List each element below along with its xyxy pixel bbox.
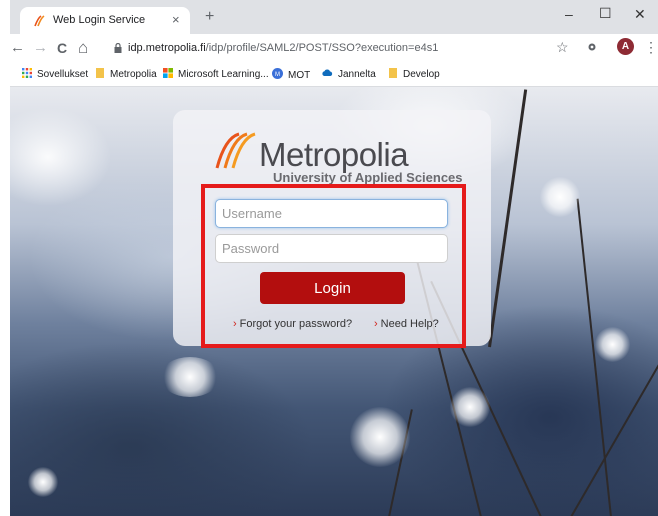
folder-icon — [96, 68, 104, 78]
background-dandelion — [450, 387, 490, 427]
logo-subtitle: University of Applied Sciences — [273, 170, 463, 185]
highlight-box — [201, 184, 466, 348]
background-dandelion — [595, 327, 630, 362]
profile-avatar[interactable]: A — [617, 38, 634, 55]
lock-icon — [114, 43, 122, 53]
browser-menu-icon[interactable]: ⋮ — [644, 39, 658, 56]
metropolia-logo-mark-icon — [215, 132, 256, 169]
forward-button[interactable]: → — [33, 40, 48, 56]
bookmark-microsoft-learning[interactable]: Microsoft Learning... — [163, 68, 269, 80]
bookmark-sovellukset[interactable]: Sovellukset — [22, 68, 88, 80]
tab-web-login-service[interactable]: Web Login Service × — [20, 7, 190, 34]
minimize-button[interactable]: – — [565, 6, 573, 22]
back-button[interactable]: ← — [10, 40, 25, 56]
background-dandelion — [350, 407, 410, 467]
bookmark-mot[interactable]: M MOT — [272, 68, 310, 81]
bookmark-star-icon[interactable]: ☆ — [556, 39, 569, 56]
bookmark-label: Jannelta — [338, 69, 376, 80]
maximize-button[interactable]: ☐ — [599, 5, 612, 22]
tab-strip: Web Login Service × + – ☐ ✕ — [10, 0, 658, 34]
bookmark-develop[interactable]: Develop — [388, 68, 440, 80]
svg-text:M: M — [275, 72, 280, 78]
url-path: /idp/profile/SAML2/POST/SSO?execution=e4… — [205, 42, 439, 54]
bookmark-metropolia[interactable]: Metropolia — [95, 68, 157, 80]
bookmark-label: Metropolia — [110, 69, 157, 80]
bookmark-label: Develop — [403, 69, 440, 80]
apps-grid-icon — [22, 68, 32, 78]
background-dandelion — [28, 467, 58, 497]
tab-close-icon[interactable]: × — [172, 12, 180, 27]
background-dandelion — [540, 177, 580, 217]
microsoft-icon — [163, 68, 173, 78]
new-tab-button[interactable]: + — [205, 9, 214, 25]
extension-icon[interactable] — [586, 41, 598, 53]
mot-icon: M — [272, 68, 283, 79]
bookmark-jannelta[interactable]: Jannelta — [321, 68, 376, 80]
browser-window: Web Login Service × + – ☐ ✕ ← → C ⌂ idp.… — [0, 0, 658, 516]
url-text: idp.metropolia.fi/idp/profile/SAML2/POST… — [128, 42, 438, 54]
folder-icon — [389, 68, 397, 78]
bookmark-label: Microsoft Learning... — [178, 69, 269, 80]
reload-button[interactable]: C — [57, 40, 67, 56]
browser-toolbar: ← → C ⌂ idp.metropolia.fi/idp/profile/SA… — [10, 34, 658, 64]
bookmarks-bar: Sovellukset Metropolia Microsoft Learnin… — [10, 64, 658, 87]
bookmark-label: Sovellukset — [37, 69, 89, 80]
url-host: idp.metropolia.fi — [128, 42, 206, 54]
close-window-button[interactable]: ✕ — [634, 6, 646, 23]
background-dandelion — [160, 357, 220, 397]
address-bar[interactable]: idp.metropolia.fi/idp/profile/SAML2/POST… — [103, 37, 623, 61]
metropolia-favicon-icon — [34, 15, 45, 27]
page-content: Metropolia University of Applied Science… — [10, 87, 658, 516]
bookmark-label: MOT — [288, 70, 311, 81]
home-button[interactable]: ⌂ — [78, 39, 88, 56]
tab-title: Web Login Service — [53, 14, 146, 26]
cloud-icon — [322, 69, 333, 76]
logo-name: Metropolia — [259, 136, 409, 173]
background-stem — [488, 89, 528, 348]
background-stem — [570, 360, 658, 516]
